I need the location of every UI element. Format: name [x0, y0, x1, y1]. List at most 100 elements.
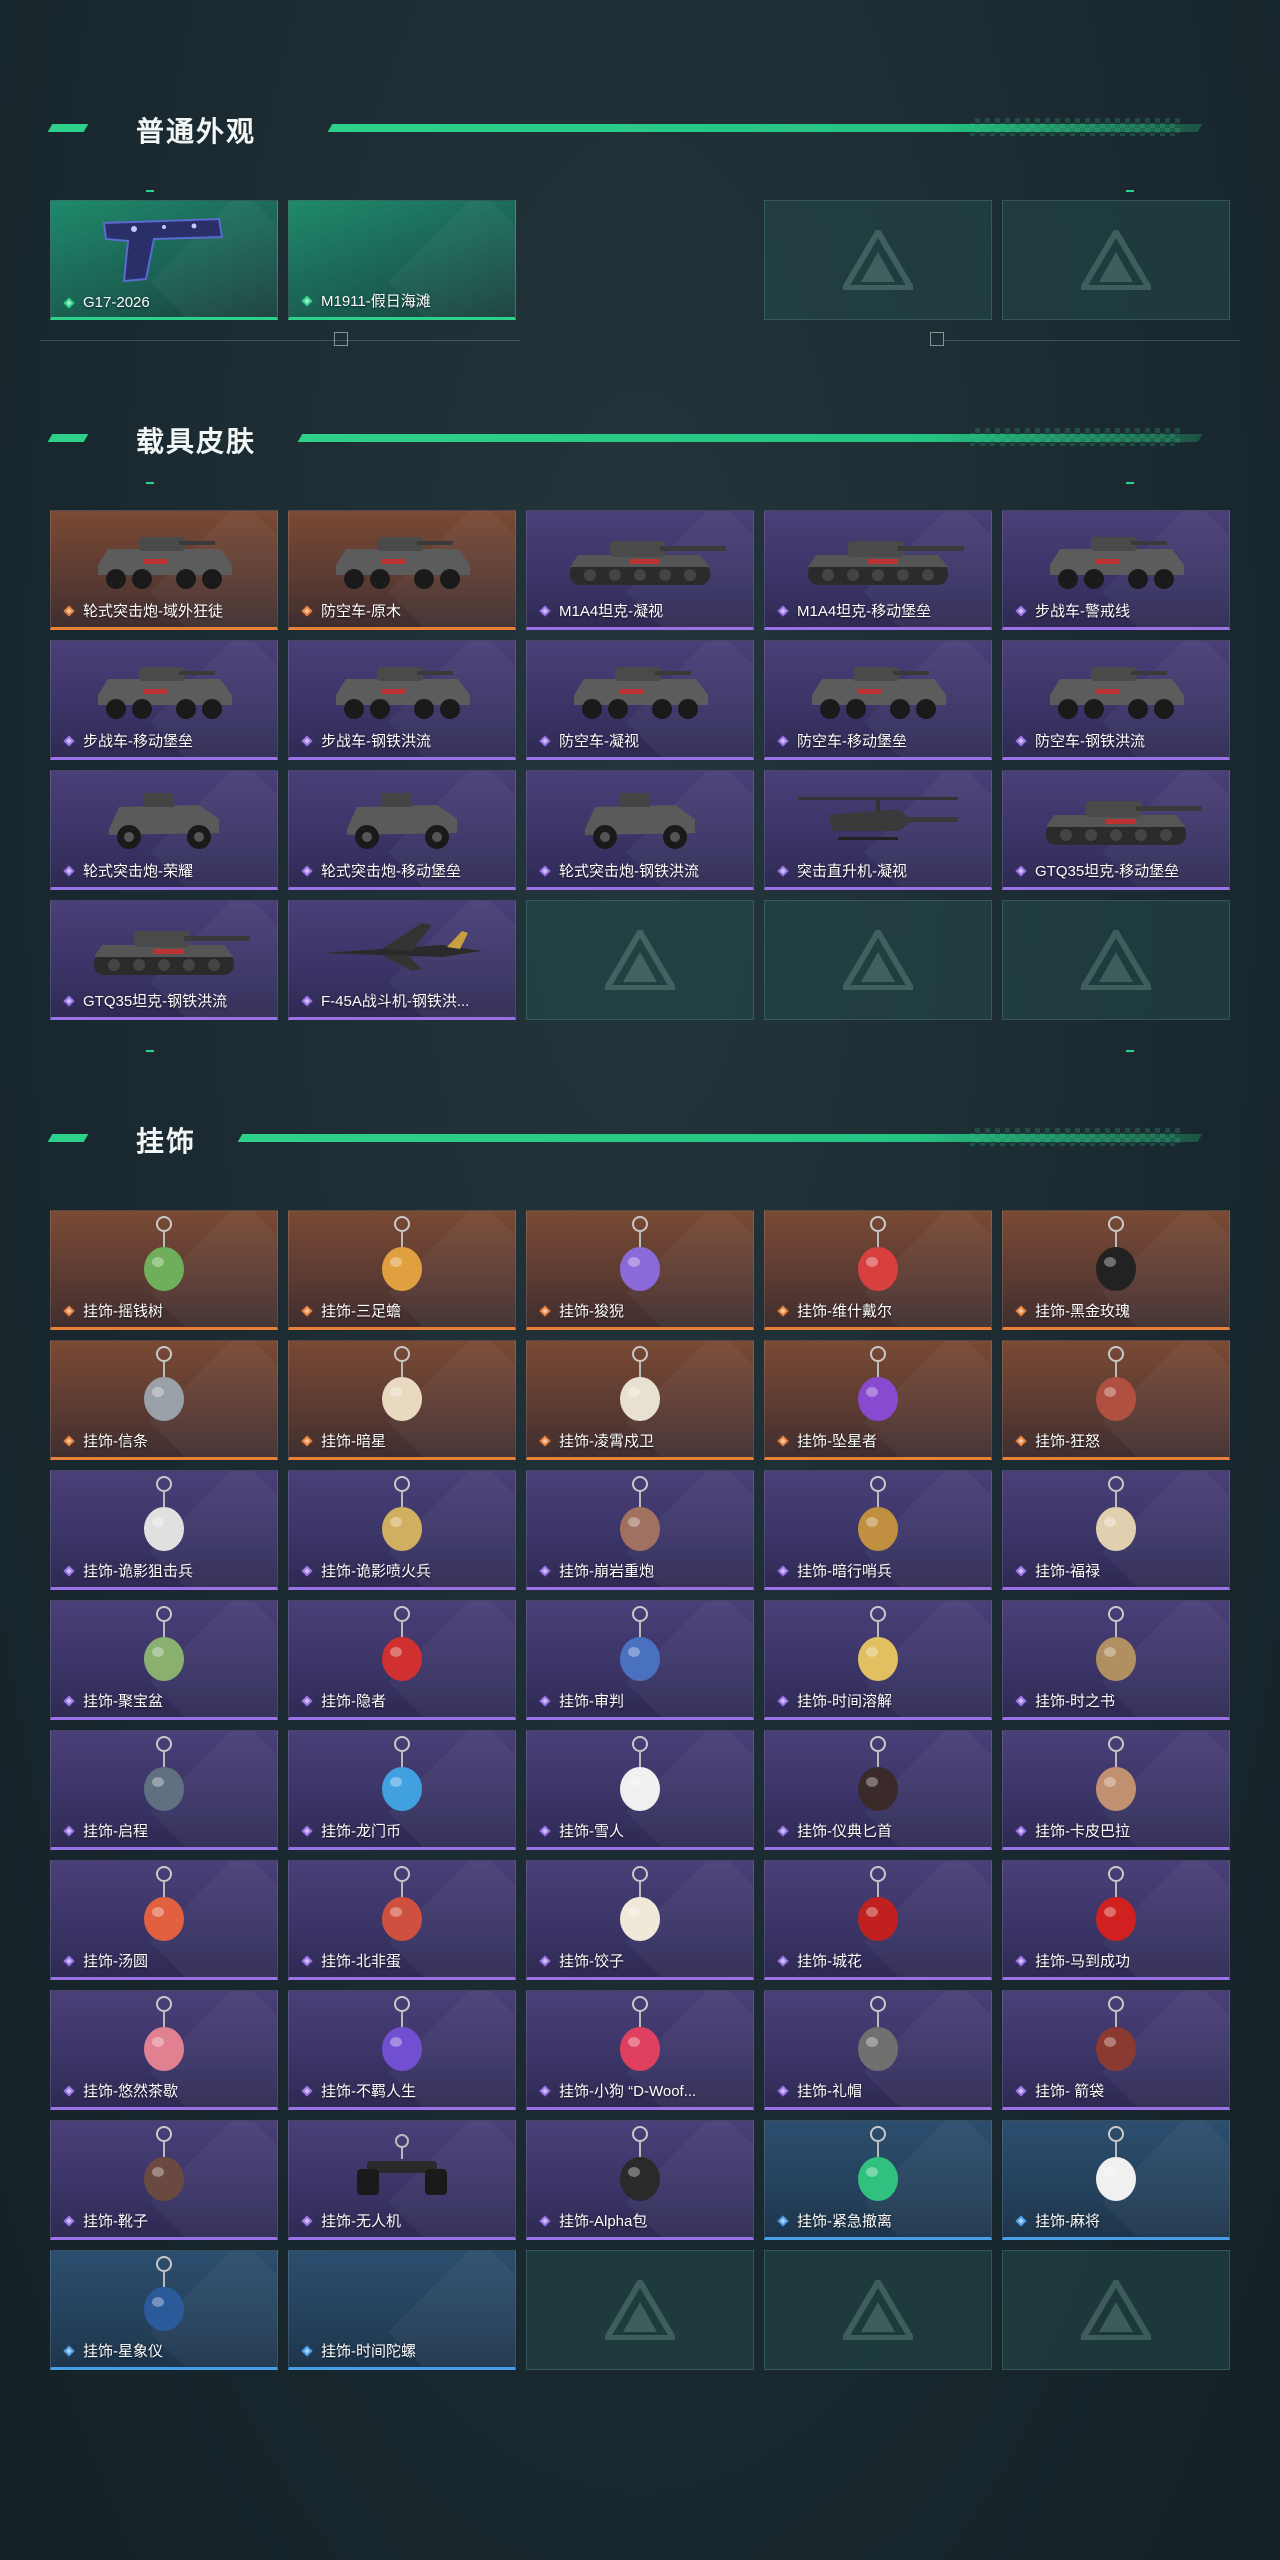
item-card[interactable]: 突击直升机-凝视	[764, 770, 992, 890]
item-card[interactable]: 挂饰-黑金玫瑰	[1002, 1210, 1230, 1330]
item-card[interactable]: 挂饰-启程	[50, 1730, 278, 1850]
rarity-gem-icon	[301, 2084, 313, 2097]
item-card[interactable]: M1911-假日海滩	[288, 200, 516, 320]
item-card[interactable]: GTQ35坦克-移动堡垒	[1002, 770, 1230, 890]
item-card[interactable]: 挂饰-审判	[526, 1600, 754, 1720]
divider-marker	[930, 332, 944, 346]
item-card[interactable]: 挂饰-麻将	[1002, 2120, 1230, 2240]
item-card[interactable]: 挂饰-狻猊	[526, 1210, 754, 1330]
item-card[interactable]: 挂饰-维什戴尔	[764, 1210, 992, 1330]
item-card[interactable]: 轮式突击炮-荣耀	[50, 770, 278, 890]
item-card[interactable]: 挂饰-信条	[50, 1340, 278, 1460]
item-card[interactable]: 步战车-警戒线	[1002, 510, 1230, 630]
item-name: 轮式突击炮-域外狂徒	[83, 603, 223, 620]
item-card[interactable]: M1A4坦克-凝视	[526, 510, 754, 630]
item-name: 挂饰-悠然茶歇	[83, 2083, 178, 2100]
item-card[interactable]: 挂饰-福禄	[1002, 1470, 1230, 1590]
item-card[interactable]: 挂饰-卡皮巴拉	[1002, 1730, 1230, 1850]
item-card[interactable]: 挂饰-诡影喷火兵	[288, 1470, 516, 1590]
item-label: 挂饰-诡影喷火兵	[299, 1560, 431, 1581]
item-card[interactable]: 防空车-原木	[288, 510, 516, 630]
item-card[interactable]: 挂饰-坠星者	[764, 1340, 992, 1460]
item-card[interactable]: 防空车-凝视	[526, 640, 754, 760]
item-card[interactable]: 挂饰-时间陀螺	[288, 2250, 516, 2370]
item-card[interactable]: GTQ35坦克-钢铁洪流	[50, 900, 278, 1020]
item-card[interactable]: 挂饰-诡影狙击兵	[50, 1470, 278, 1590]
item-name: 轮式突击炮-钢铁洪流	[559, 863, 699, 880]
item-card[interactable]: 挂饰-小狗 “D-Woof...	[526, 1990, 754, 2110]
item-label: 挂饰-紧急撤离	[775, 2210, 892, 2231]
item-card[interactable]: 挂饰-聚宝盆	[50, 1600, 278, 1720]
rarity-gem-icon	[539, 1954, 551, 1967]
item-card[interactable]: F-45A战斗机-钢铁洪...	[288, 900, 516, 1020]
item-card[interactable]: 挂饰-雪人	[526, 1730, 754, 1850]
item-card[interactable]: M1A4坦克-移动堡垒	[764, 510, 992, 630]
item-card[interactable]: 轮式突击炮-移动堡垒	[288, 770, 516, 890]
item-label: GTQ35坦克-移动堡垒	[1013, 860, 1179, 881]
grid-spacer	[526, 200, 754, 320]
item-card[interactable]: 挂饰-摇钱树	[50, 1210, 278, 1330]
charm-image	[620, 1736, 660, 1811]
item-card[interactable]: 挂饰-时之书	[1002, 1600, 1230, 1720]
rarity-gem-icon	[63, 994, 75, 1007]
item-label: 挂饰-仪典匕首	[775, 1820, 892, 1841]
placeholder-logo-icon	[1081, 930, 1151, 990]
item-label: 突击直升机-凝视	[775, 860, 907, 881]
empty-slot	[526, 2250, 754, 2370]
item-card[interactable]: 挂饰-仪典匕首	[764, 1730, 992, 1850]
item-card[interactable]: 挂饰-暗星	[288, 1340, 516, 1460]
item-card[interactable]: 挂饰-靴子	[50, 2120, 278, 2240]
item-card[interactable]: 防空车-移动堡垒	[764, 640, 992, 760]
item-card[interactable]: 挂饰-饺子	[526, 1860, 754, 1980]
item-name: 挂饰-聚宝盆	[83, 1693, 163, 1710]
item-card[interactable]: 挂饰-凌霄戍卫	[526, 1340, 754, 1460]
item-name: 挂饰-崩岩重炮	[559, 1563, 654, 1580]
item-card[interactable]: 挂饰-不羁人生	[288, 1990, 516, 2110]
item-card[interactable]: 挂饰-暗行哨兵	[764, 1470, 992, 1590]
item-name: 挂饰-星象仪	[83, 2343, 163, 2360]
item-name: 挂饰-信条	[83, 1433, 148, 1450]
item-card[interactable]: 挂饰-崩岩重炮	[526, 1470, 754, 1590]
empty-slot	[764, 200, 992, 320]
item-card[interactable]: G17-2026	[50, 200, 278, 320]
item-name: 防空车-钢铁洪流	[1035, 733, 1145, 750]
item-card[interactable]: 挂饰-城花	[764, 1860, 992, 1980]
charm-image	[144, 2126, 184, 2201]
item-card[interactable]: 挂饰-无人机	[288, 2120, 516, 2240]
item-card[interactable]: 挂饰-狂怒	[1002, 1340, 1230, 1460]
item-card[interactable]: 步战车-移动堡垒	[50, 640, 278, 760]
item-label: 挂饰-Alpha包	[537, 2210, 647, 2231]
item-card[interactable]: 挂饰-星象仪	[50, 2250, 278, 2370]
item-card[interactable]: 挂饰-隐者	[288, 1600, 516, 1720]
item-card[interactable]: 挂饰-马到成功	[1002, 1860, 1230, 1980]
item-card[interactable]: 防空车-钢铁洪流	[1002, 640, 1230, 760]
item-name: 挂饰-狂怒	[1035, 1433, 1100, 1450]
rarity-gem-icon	[63, 1304, 75, 1317]
rarity-gem-icon	[301, 734, 313, 747]
item-card[interactable]: 轮式突击炮-域外狂徒	[50, 510, 278, 630]
item-card[interactable]: 挂饰- 箭袋	[1002, 1990, 1230, 2110]
rarity-gem-icon	[777, 1694, 789, 1707]
item-label: 挂饰-城花	[775, 1950, 862, 1971]
item-name: 挂饰-不羁人生	[321, 2083, 416, 2100]
item-name: 步战车-警戒线	[1035, 603, 1130, 620]
item-card[interactable]: 挂饰-北非蛋	[288, 1860, 516, 1980]
item-name: M1911-假日海滩	[321, 293, 431, 310]
corner-tick	[146, 190, 154, 192]
empty-slot	[764, 2250, 992, 2370]
item-card[interactable]: 挂饰-礼帽	[764, 1990, 992, 2110]
grid-charm: 挂饰-摇钱树 挂饰-三足蟾 挂饰-狻猊 挂饰-维什戴尔 挂饰-黑金玫瑰 挂饰-信…	[50, 1210, 1230, 2370]
item-card[interactable]: 挂饰-紧急撤离	[764, 2120, 992, 2240]
item-card[interactable]: 挂饰-时间溶解	[764, 1600, 992, 1720]
item-card[interactable]: 轮式突击炮-钢铁洪流	[526, 770, 754, 890]
item-card[interactable]: 步战车-钢铁洪流	[288, 640, 516, 760]
item-card[interactable]: 挂饰-龙门币	[288, 1730, 516, 1850]
item-card[interactable]: 挂饰-Alpha包	[526, 2120, 754, 2240]
item-card[interactable]: 挂饰-汤圆	[50, 1860, 278, 1980]
item-card[interactable]: 挂饰-悠然茶歇	[50, 1990, 278, 2110]
item-label: M1A4坦克-凝视	[537, 600, 663, 621]
item-card[interactable]: 挂饰-三足蟾	[288, 1210, 516, 1330]
rarity-gem-icon	[1015, 1824, 1027, 1837]
rarity-gem-icon	[301, 864, 313, 877]
item-label: 挂饰-黑金玫瑰	[1013, 1300, 1130, 1321]
